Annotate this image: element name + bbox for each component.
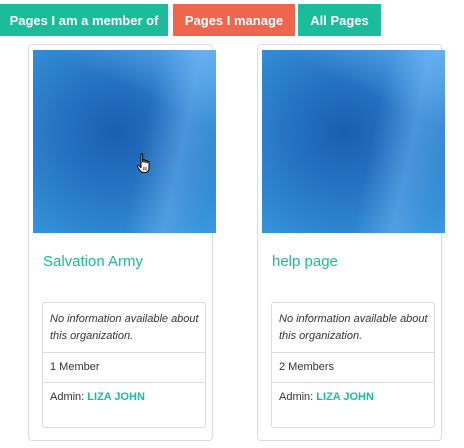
admin-row: Admin: LIZA JOHN (43, 382, 205, 412)
page-title[interactable]: Salvation Army (43, 253, 143, 270)
admin-row: Admin: LIZA JOHN (272, 382, 434, 412)
member-count: 1 Member (43, 352, 205, 382)
page-info-box: No information available about this orga… (271, 302, 435, 428)
hand-pointer-icon (136, 153, 150, 173)
member-count: 2 Members (272, 352, 434, 382)
page-title[interactable]: help page (272, 253, 338, 270)
page-cover-image[interactable] (33, 50, 216, 233)
page-card[interactable]: help page No information available about… (257, 44, 445, 441)
tab-pages-member[interactable]: Pages I am a member of (0, 4, 168, 36)
page-description: No information available about this orga… (50, 313, 199, 342)
page-description: No information available about this orga… (279, 313, 428, 342)
page-card[interactable]: Salvation Army No information available … (28, 44, 216, 441)
admin-label: Admin: (279, 391, 317, 403)
admin-link[interactable]: LIZA JOHN (87, 391, 145, 403)
admin-label: Admin: (50, 391, 88, 403)
page-info-box: No information available about this orga… (42, 302, 206, 428)
tab-pages-manage[interactable]: Pages I manage (173, 4, 295, 36)
admin-link[interactable]: LIZA JOHN (316, 391, 374, 403)
tab-all-pages[interactable]: All Pages (298, 4, 381, 36)
page-cover-image[interactable] (262, 50, 445, 233)
